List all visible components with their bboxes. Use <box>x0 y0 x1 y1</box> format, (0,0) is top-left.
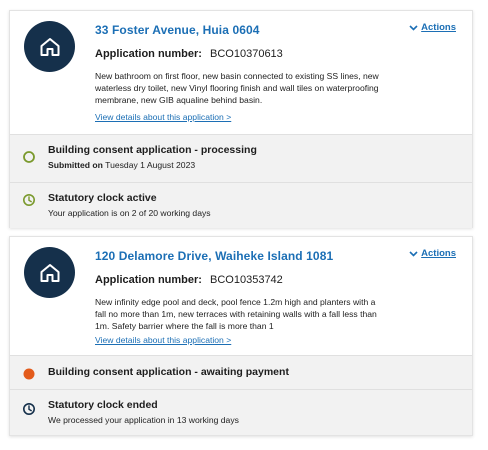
clock-icon <box>23 403 35 415</box>
view-details-link[interactable]: View details about this application > <box>95 112 231 122</box>
application-description: New infinity edge pool and deck, pool fe… <box>95 297 377 332</box>
clock-icon <box>23 194 35 206</box>
application-card-header: 33 Foster Avenue, Huia 0604 Actions Appl… <box>10 11 472 134</box>
application-card-header: 120 Delamore Drive, Waiheke Island 1081 … <box>10 237 472 355</box>
application-status-row: Building consent application - awaiting … <box>10 355 472 389</box>
statutory-clock-row: Statutory clock ended We processed your … <box>10 389 472 435</box>
view-details-link[interactable]: View details about this application > <box>95 335 231 345</box>
submitted-date-value: Tuesday 1 August 2023 <box>105 160 196 170</box>
application-number: Application number: BCO10370613 <box>95 48 283 60</box>
submitted-date: Submitted on Tuesday 1 August 2023 <box>48 160 195 170</box>
status-title: Building consent application - awaiting … <box>48 366 289 378</box>
actions-label: Actions <box>421 22 456 33</box>
status-ring-icon <box>23 151 35 163</box>
clock-title: Statutory clock active <box>48 192 157 204</box>
clock-text: Your application is on 2 of 20 working d… <box>48 208 211 218</box>
application-card: 33 Foster Avenue, Huia 0604 Actions Appl… <box>9 10 473 228</box>
application-number-label: Application number: <box>95 274 202 286</box>
application-address: 120 Delamore Drive, Waiheke Island 1081 <box>95 249 334 263</box>
application-address: 33 Foster Avenue, Huia 0604 <box>95 23 260 37</box>
application-number-label: Application number: <box>95 48 202 60</box>
statutory-clock-row: Statutory clock active Your application … <box>10 182 472 228</box>
application-number: Application number: BCO10353742 <box>95 274 283 286</box>
status-dot-icon <box>23 368 35 380</box>
chevron-down-icon <box>409 24 418 31</box>
submitted-label: Submitted on <box>48 160 103 170</box>
house-icon <box>24 247 75 298</box>
house-icon <box>24 21 75 72</box>
application-status-row: Building consent application - processin… <box>10 134 472 182</box>
actions-button[interactable]: Actions <box>409 248 456 259</box>
actions-label: Actions <box>421 248 456 259</box>
application-description: New bathroom on first floor, new basin c… <box>95 71 379 106</box>
application-number-value: BCO10353742 <box>210 274 283 286</box>
actions-button[interactable]: Actions <box>409 22 456 33</box>
clock-title: Statutory clock ended <box>48 399 158 411</box>
status-title: Building consent application - processin… <box>48 144 257 156</box>
application-card: 120 Delamore Drive, Waiheke Island 1081 … <box>9 236 473 436</box>
chevron-down-icon <box>409 250 418 257</box>
clock-text: We processed your application in 13 work… <box>48 415 239 425</box>
application-number-value: BCO10370613 <box>210 48 283 60</box>
